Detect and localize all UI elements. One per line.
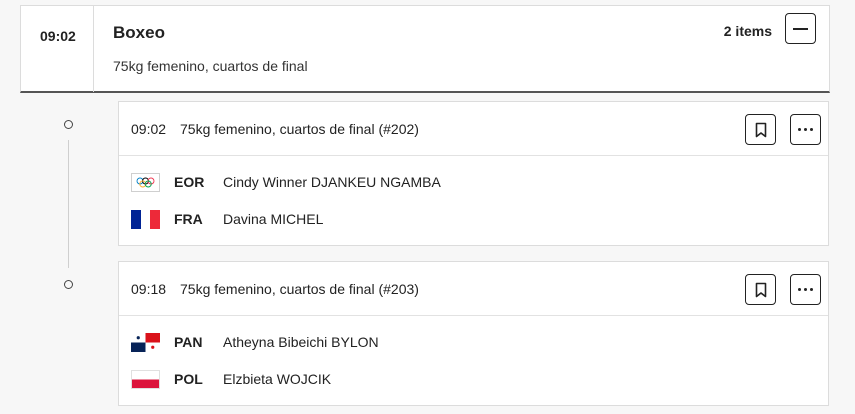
- timeline-dot: [64, 280, 73, 289]
- session-title: Boxeo: [113, 23, 165, 42]
- athlete-name: Cindy Winner DJANKEU NGAMBA: [223, 174, 441, 190]
- panama-flag-icon: [131, 333, 160, 352]
- bookmark-icon: [755, 282, 766, 297]
- country-code: PAN: [174, 334, 203, 350]
- items-count: 2 items: [723, 23, 772, 39]
- event-description: 75kg femenino, cuartos de final (#202): [180, 121, 419, 137]
- country-code: FRA: [174, 211, 203, 227]
- country-code: POL: [174, 371, 203, 387]
- competitor-row: FRA Davina MICHEL: [119, 202, 828, 239]
- timeline-line: [68, 140, 69, 268]
- session-header: 09:02 Boxeo 75kg femenino, cuartos de fi…: [20, 5, 830, 93]
- competitor-row: EOR Cindy Winner DJANKEU NGAMBA: [119, 165, 828, 202]
- event-description: 75kg femenino, cuartos de final (#203): [180, 281, 419, 297]
- olympic-rings-icon: [131, 173, 160, 192]
- more-options-icon: [798, 288, 813, 291]
- athlete-name: Atheyna Bibeichi BYLON: [223, 334, 379, 350]
- poland-flag-icon: [131, 370, 160, 389]
- country-code: EOR: [174, 174, 205, 190]
- competitor-row: PAN Atheyna Bibeichi BYLON: [119, 325, 828, 362]
- bookmark-icon: [755, 122, 766, 137]
- event-header: 09:18 75kg femenino, cuartos de final (#…: [119, 262, 828, 316]
- more-options-icon: [798, 128, 813, 131]
- event-card: 09:02 75kg femenino, cuartos de final (#…: [118, 101, 829, 246]
- session-subtitle: 75kg femenino, cuartos de final: [113, 58, 308, 74]
- athlete-name: Davina MICHEL: [223, 211, 324, 227]
- session-time: 09:02: [21, 6, 94, 92]
- competitor-row: POL Elzbieta WOJCIK: [119, 362, 828, 399]
- bookmark-button[interactable]: [745, 274, 776, 305]
- more-options-button[interactable]: [790, 274, 821, 305]
- collapse-button[interactable]: [785, 13, 816, 44]
- event-header: 09:02 75kg femenino, cuartos de final (#…: [119, 102, 828, 156]
- event-time: 09:02: [131, 121, 167, 137]
- france-flag-icon: [131, 210, 160, 229]
- minus-icon: [793, 27, 808, 30]
- bookmark-button[interactable]: [745, 114, 776, 145]
- athlete-name: Elzbieta WOJCIK: [223, 371, 332, 387]
- timeline-dot: [64, 120, 73, 129]
- event-time: 09:18: [131, 281, 167, 297]
- more-options-button[interactable]: [790, 114, 821, 145]
- event-card: 09:18 75kg femenino, cuartos de final (#…: [118, 261, 829, 406]
